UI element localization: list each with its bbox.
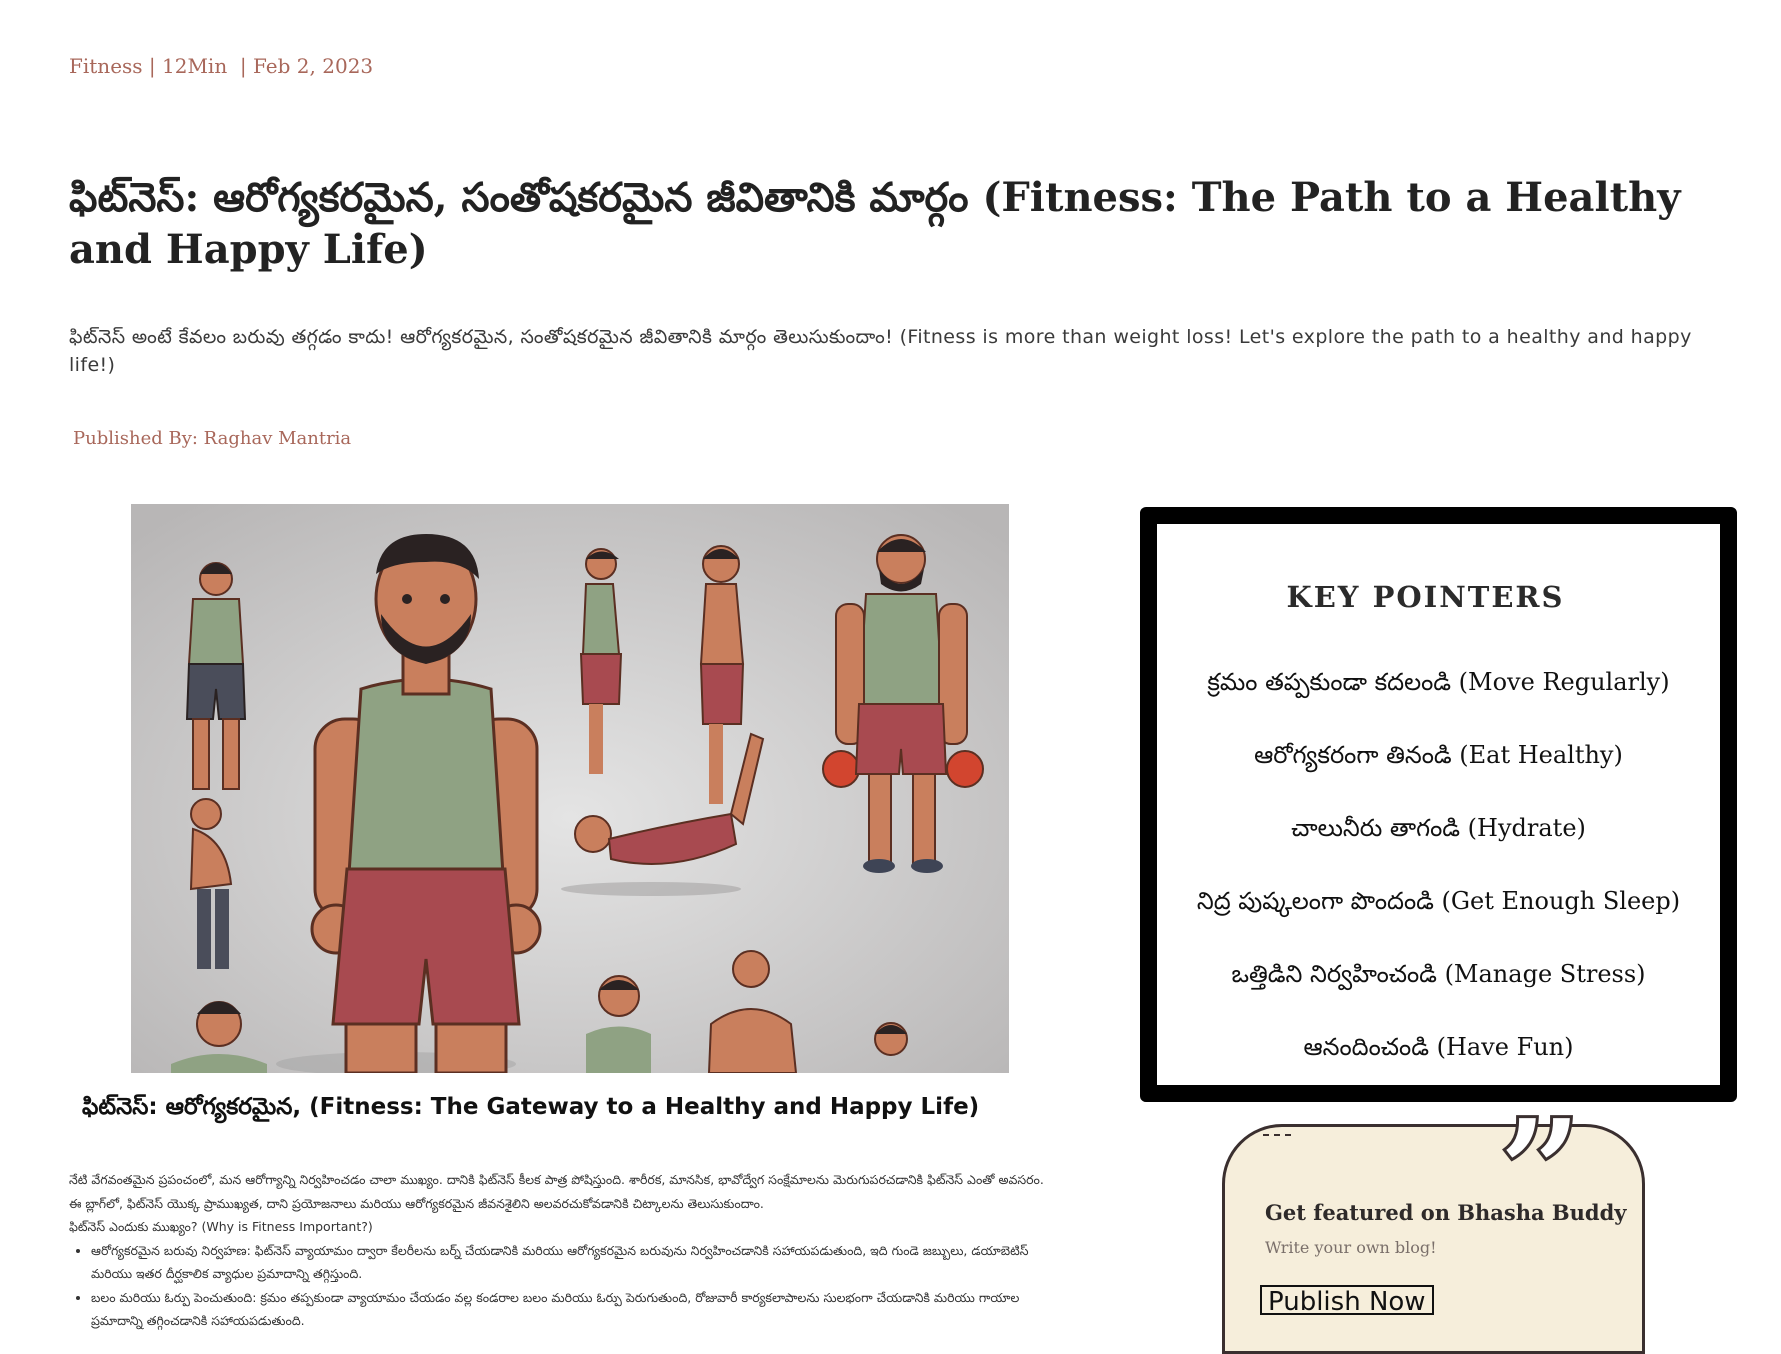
key-pointer-item: చాలునీరు తాగండి (Hydrate) (1291, 814, 1586, 842)
publish-now-button[interactable]: Publish Now (1260, 1285, 1434, 1317)
key-pointer-item: నిద్ర పుష్కలంగా పొందండి (Get Enough Slee… (1196, 887, 1681, 915)
decorative-dashes (1263, 1134, 1291, 1136)
article-subtitle: ఫిట్‌నెస్ అంటే కేవలం బరువు తగ్గడం కాదు! … (69, 326, 1692, 376)
image-caption: ఫిట్‌నెస్: ఆరోగ్యకరమైన, (Fitness: The Ga… (82, 1094, 980, 1120)
benefit-list: ఆరోగ్యకరమైన బరువు నిర్వహణ: ఫిట్‌నెస్ వ్య… (69, 1239, 1059, 1333)
list-item: బలం మరియు ఓర్పు పెంచుతుంది: క్రమం తప్పకు… (91, 1286, 1059, 1333)
key-pointers-box: KEY POINTERS క్రమం తప్పకుండా కదలండి (Mov… (1140, 507, 1737, 1102)
key-pointer-item: క్రమం తప్పకుండా కదలండి (Move Regularly) (1207, 668, 1670, 696)
list-item: ఆరోగ్యకరమైన బరువు నిర్వహణ: ఫిట్‌నెస్ వ్య… (91, 1239, 1059, 1286)
feature-title: Get featured on Bhasha Buddy (1265, 1200, 1627, 1225)
author-byline: Published By: Raghav Mantria (73, 428, 352, 449)
feature-card: ” Get featured on Bhasha Buddy Write you… (1222, 1098, 1645, 1354)
post-meta: Fitness | 12Min | Feb 2, 2023 (69, 54, 374, 78)
feature-subtitle: Write your own blog! (1265, 1238, 1437, 1257)
article-body: నేటి వేగవంతమైన ప్రపంచంలో, మన ఆరోగ్యాన్ని… (69, 1168, 1059, 1333)
key-pointer-item: ఒత్తిడిని నిర్వహించండి (Manage Stress) (1231, 960, 1646, 988)
key-pointers-list: క్రమం తప్పకుండా కదలండి (Move Regularly) … (1157, 666, 1720, 1104)
hero-illustration (131, 504, 1009, 1073)
key-pointers-heading: KEY POINTERS (1286, 580, 1565, 614)
article-title: ఫిట్‌నెస్: ఆరోగ్యకరమైన, సంతోషకరమైన జీవిత… (69, 174, 1681, 273)
section-heading: ఫిట్‌నెస్ ఎందుకు ముఖ్యం? (Why is Fitness… (69, 1219, 373, 1234)
key-pointer-item: ఆరోగ్యకరంగా తినండి (Eat Healthy) (1254, 741, 1623, 769)
intro-paragraph: నేటి వేగవంతమైన ప్రపంచంలో, మన ఆరోగ్యాన్ని… (69, 1172, 1044, 1211)
quote-icon: ” (1495, 1086, 1584, 1262)
key-pointer-item: ఆనందించండి (Have Fun) (1303, 1033, 1574, 1061)
